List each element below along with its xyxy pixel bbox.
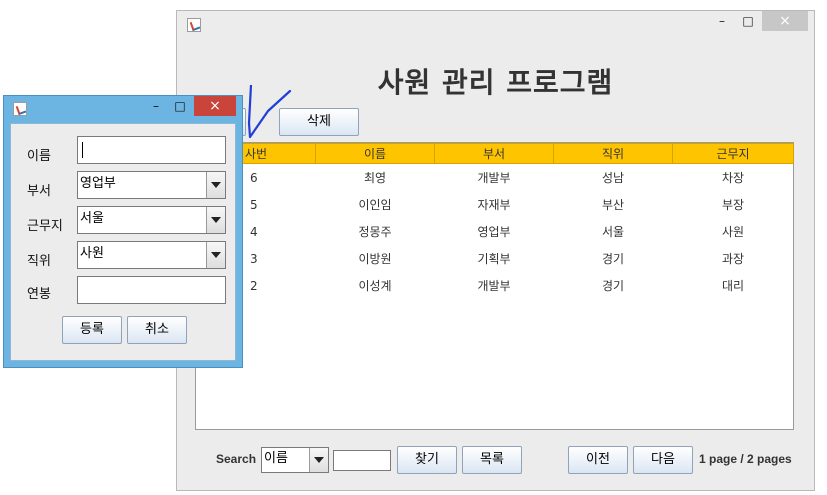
cell-name: 정몽주 — [358, 225, 392, 239]
next-page-button[interactable]: 다음 — [633, 446, 693, 474]
pen-checkmark-annotation — [247, 85, 292, 139]
list-button[interactable]: 목록 — [462, 446, 522, 474]
cell-location: 사원 — [721, 225, 745, 239]
cell-id: 3 — [250, 252, 258, 266]
java-app-icon — [187, 18, 201, 32]
location-select[interactable]: 서울 — [77, 206, 226, 234]
chevron-down-icon[interactable] — [206, 172, 225, 198]
register-button[interactable]: 등록 — [62, 316, 122, 344]
minimize-icon[interactable]: – — [708, 11, 736, 31]
cell-position: 서울 — [601, 225, 625, 239]
page-info: 1 page / 2 pages — [699, 452, 792, 466]
cell-dept: 개발부 — [477, 279, 511, 293]
java-app-icon — [13, 102, 27, 116]
name-field[interactable] — [77, 136, 226, 164]
chevron-down-icon[interactable] — [309, 448, 328, 472]
cell-location: 차장 — [721, 171, 745, 185]
cell-name: 이성계 — [358, 279, 392, 293]
location-value: 서울 — [80, 211, 104, 226]
dept-label: 부서 — [27, 184, 51, 199]
search-field-value: 이름 — [264, 451, 288, 466]
cell-id: 5 — [250, 198, 258, 212]
cell-name: 이방원 — [358, 252, 392, 266]
cell-location: 대리 — [721, 279, 745, 293]
chevron-down-icon[interactable] — [206, 242, 225, 268]
cell-dept: 자재부 — [477, 198, 511, 212]
cell-location: 과장 — [721, 252, 745, 266]
maximize-icon[interactable]: □ — [734, 11, 762, 31]
table-row[interactable]: 4 정몽주 영업부 서울 사원 — [196, 219, 793, 246]
position-label: 직위 — [27, 254, 51, 269]
cell-location: 부장 — [721, 198, 745, 212]
column-header-position[interactable]: 직위 — [553, 143, 673, 164]
salary-field[interactable] — [77, 276, 226, 304]
cell-dept: 기획부 — [477, 252, 511, 266]
cell-dept: 영업부 — [477, 225, 511, 239]
cell-id: 2 — [250, 279, 258, 293]
salary-label: 연봉 — [27, 287, 51, 302]
dept-value: 영업부 — [80, 176, 116, 191]
table-row[interactable]: 3 이방원 기획부 경기 과장 — [196, 246, 793, 273]
column-header-name[interactable]: 이름 — [315, 143, 435, 164]
cell-position: 경기 — [601, 252, 625, 266]
search-input[interactable] — [333, 450, 391, 471]
cell-id: 4 — [250, 225, 258, 239]
cell-position: 경기 — [601, 279, 625, 293]
close-button[interactable]: × — [194, 96, 236, 116]
cell-name: 이인임 — [358, 198, 392, 212]
table-row[interactable]: 6 최영 개발부 성남 차장 — [196, 165, 793, 192]
cancel-button[interactable]: 취소 — [127, 316, 187, 344]
maximize-icon[interactable]: □ — [166, 96, 194, 116]
search-label: Search — [216, 452, 257, 466]
cell-position: 부산 — [601, 198, 625, 212]
dept-select[interactable]: 영업부 — [77, 171, 226, 199]
register-dialog: – □ × 이름 부서 영업부 근무지 서울 직위 사원 연봉 등록 취소 — [3, 95, 243, 368]
column-header-dept[interactable]: 부서 — [434, 143, 554, 164]
column-header-location[interactable]: 근무지 — [672, 143, 794, 164]
name-label: 이름 — [27, 149, 51, 164]
table-header: 사번 이름 부서 직위 근무지 — [196, 143, 794, 165]
cell-name: 최영 — [363, 171, 387, 185]
position-select[interactable]: 사원 — [77, 241, 226, 269]
dialog-form: 이름 부서 영업부 근무지 서울 직위 사원 연봉 등록 취소 — [10, 123, 236, 361]
prev-page-button[interactable]: 이전 — [568, 446, 628, 474]
table-row[interactable]: 5 이인임 자재부 부산 부장 — [196, 192, 793, 219]
cell-id: 6 — [250, 171, 258, 185]
table-row[interactable]: 2 이성계 개발부 경기 대리 — [196, 273, 793, 300]
close-button[interactable]: × — [762, 11, 808, 31]
search-field-select[interactable]: 이름 — [261, 447, 329, 473]
cell-dept: 개발부 — [477, 171, 511, 185]
location-label: 근무지 — [27, 219, 63, 234]
text-cursor — [82, 142, 83, 158]
main-window: – □ × 사원 관리 프로그램 록 삭제 사번 이름 부서 직위 근무지 6 … — [176, 10, 815, 491]
cell-position: 성남 — [601, 171, 625, 185]
position-value: 사원 — [80, 246, 104, 261]
chevron-down-icon[interactable] — [206, 207, 225, 233]
find-button[interactable]: 찾기 — [397, 446, 457, 474]
employee-table: 사번 이름 부서 직위 근무지 6 최영 개발부 성남 차장 5 이인임 자재부… — [195, 142, 794, 430]
